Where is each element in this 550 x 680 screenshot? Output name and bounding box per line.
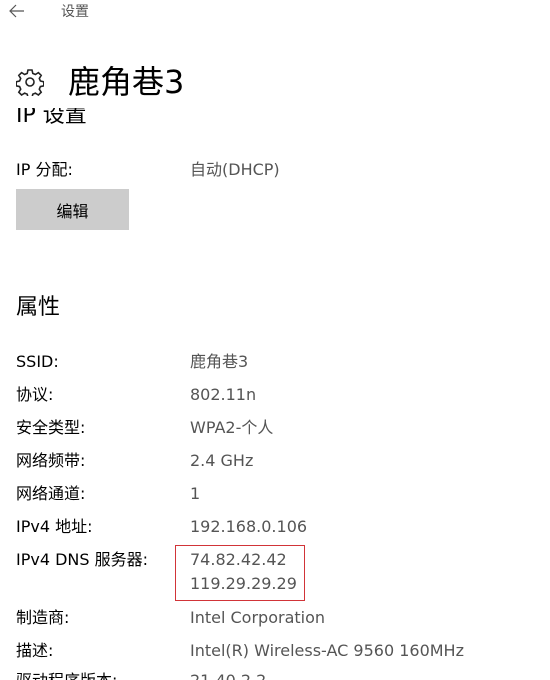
- gear-icon: [16, 69, 44, 96]
- ip-settings-heading: IP 设置: [16, 108, 87, 128]
- back-arrow-icon: [9, 4, 24, 18]
- ip-settings-heading-container: IP 设置: [0, 108, 550, 130]
- network-channel-label: 网络通道:: [16, 484, 86, 503]
- driver-version-label: 驱动程序版本:: [16, 670, 117, 680]
- ip-assignment-value: 自动(DHCP): [190, 160, 280, 179]
- manufacturer-label: 制造商:: [16, 608, 70, 627]
- network-band-label: 网络频带:: [16, 451, 86, 470]
- security-type-label: 安全类型:: [16, 418, 86, 437]
- dns-server-1: 74.82.42.42: [190, 550, 287, 569]
- properties-heading: 属性: [16, 295, 61, 320]
- edit-button[interactable]: 编辑: [16, 189, 129, 230]
- manufacturer-value: Intel Corporation: [190, 608, 326, 627]
- ip-assignment-label: IP 分配:: [16, 160, 73, 179]
- settings-page: 设置 鹿角巷3 IP 设置 IP 分配: 自动(DHCP) 编辑 属性 SSID…: [0, 0, 550, 680]
- security-type-value: WPA2-个人: [190, 418, 274, 437]
- page-header: 鹿角巷3: [0, 56, 550, 108]
- window-title: 设置: [61, 4, 89, 20]
- dns-server-2: 119.29.29.29: [190, 574, 297, 593]
- protocol-value: 802.11n: [190, 385, 257, 404]
- network-channel-value: 1: [190, 484, 201, 503]
- driver-version-value: 21.40.2.2: [190, 670, 266, 680]
- back-button[interactable]: [6, 0, 28, 22]
- network-band-value: 2.4 GHz: [190, 451, 254, 470]
- description-label: 描述:: [16, 641, 54, 660]
- protocol-label: 协议:: [16, 385, 54, 404]
- page-title: 鹿角巷3: [68, 63, 185, 101]
- driver-version-row: 驱动程序版本: 21.40.2.2: [0, 668, 550, 680]
- ipv4-dns-label: IPv4 DNS 服务器:: [16, 550, 149, 569]
- ipv4-address-label: IPv4 地址:: [16, 517, 93, 536]
- ipv4-address-value: 192.168.0.106: [190, 517, 308, 536]
- ssid-value: 鹿角巷3: [190, 352, 249, 371]
- description-value: Intel(R) Wireless-AC 9560 160MHz: [190, 641, 464, 660]
- ssid-label: SSID:: [16, 352, 59, 371]
- title-bar: 设置: [0, 0, 550, 24]
